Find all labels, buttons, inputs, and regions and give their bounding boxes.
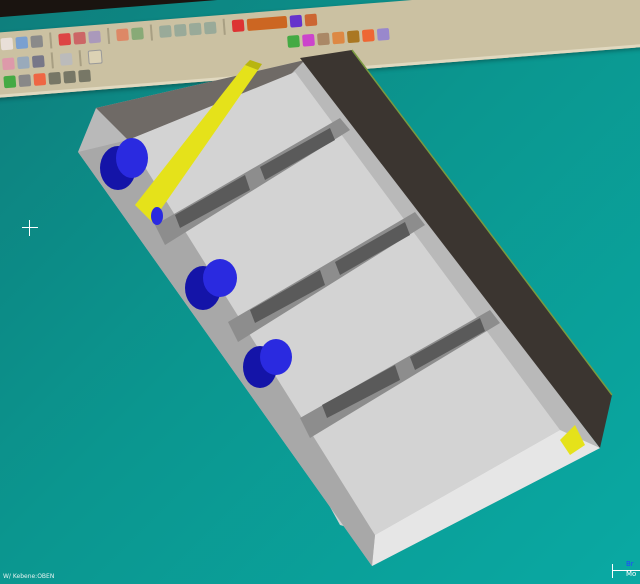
blue-fitting-small [151,207,163,225]
cad-viewport[interactable]: W/ Kebene:OBEN Br Mo [0,0,640,584]
view-label: W/ Kebene:OBEN [3,573,55,580]
scale-top-label: Br [626,560,634,568]
crosshair-cursor-icon [22,220,38,236]
scale-bottom-label: Mo [626,570,637,578]
3d-model[interactable] [0,0,640,584]
